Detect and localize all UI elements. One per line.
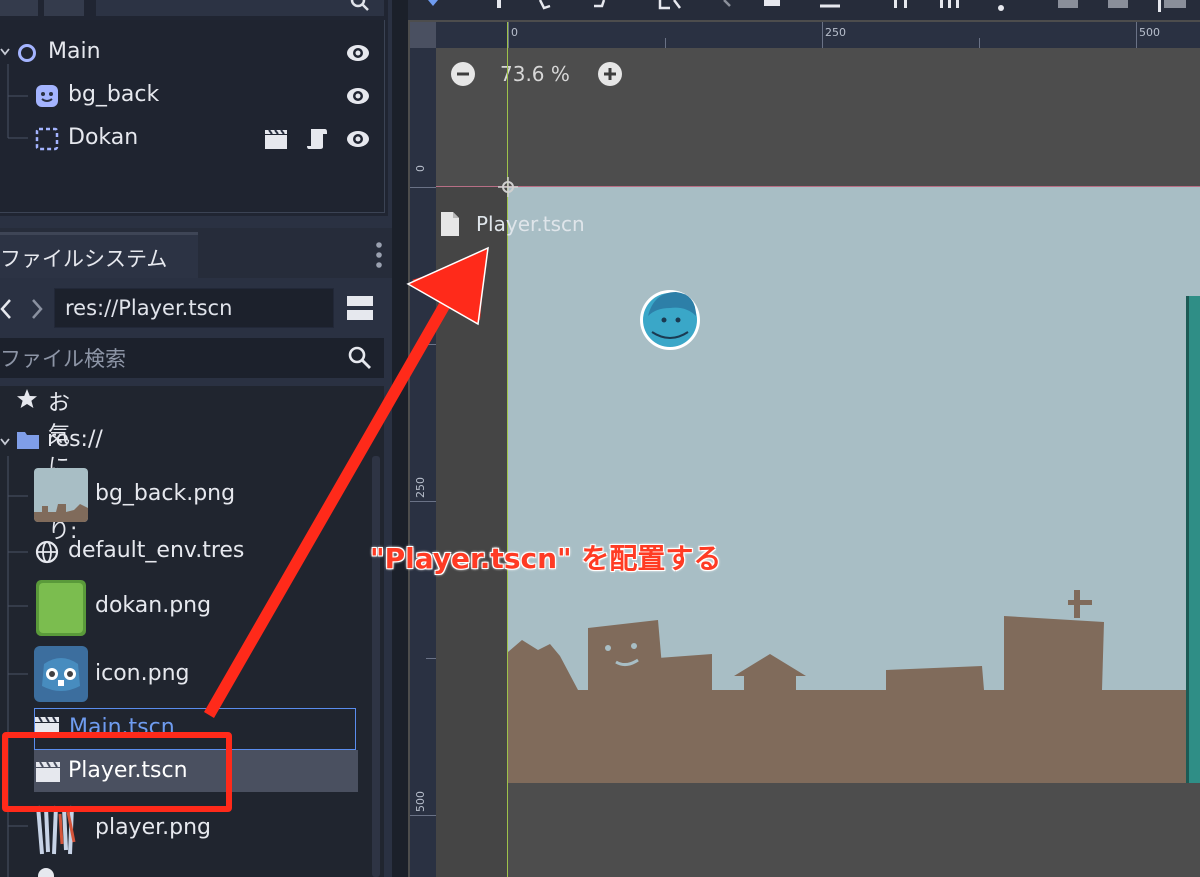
ruler-corner: [410, 22, 436, 48]
lock-icon[interactable]: [1056, 0, 1080, 10]
file-name: player.png: [95, 815, 212, 840]
ruler-label: 250: [825, 26, 846, 39]
origin-y-axis: [507, 22, 508, 877]
folder-icon: [17, 432, 39, 449]
star-icon: [17, 389, 37, 408]
viewport-toolbar: [408, 0, 1200, 20]
image-thumbnail: [34, 468, 88, 522]
player-sprite: [640, 290, 700, 350]
static-body-icon: [35, 127, 59, 151]
file-name: dokan.png: [95, 593, 212, 618]
pan-tool-icon[interactable]: [764, 0, 784, 10]
pipe-sprite-edge: [1186, 296, 1200, 783]
annotation-arrow: [204, 246, 489, 718]
file-icon: [441, 212, 459, 236]
visibility-eye-icon[interactable]: [346, 127, 370, 151]
bone-icon[interactable]: [1158, 0, 1188, 12]
tree-node-label: bg_back: [68, 82, 160, 107]
tab-filesystem[interactable]: ファイルシステム: [0, 232, 198, 281]
select-tool-icon[interactable]: [426, 0, 440, 8]
search-icon: [350, 0, 369, 11]
list-select-tool-icon[interactable]: [658, 0, 684, 12]
grid-snap-icon[interactable]: [938, 0, 964, 10]
node2d-circle-icon: [18, 44, 36, 62]
collapse-arrow-icon[interactable]: [0, 436, 10, 446]
rotate-tool-icon[interactable]: [538, 0, 558, 10]
annotation-text: "Player.tscn" を配置する: [370, 542, 722, 575]
ruler-label: 500: [1139, 26, 1160, 39]
visibility-eye-icon[interactable]: [346, 41, 370, 65]
tree-node-label: Main: [48, 39, 101, 64]
open-scene-clapper-icon[interactable]: [264, 127, 288, 151]
gear-icon: [38, 868, 54, 877]
ruler-tool-icon[interactable]: [820, 0, 842, 10]
forward-arrow-icon[interactable]: [30, 298, 44, 320]
ruler-label: 0: [511, 26, 518, 39]
game-ground: [508, 690, 1200, 783]
collapse-arrow-icon[interactable]: [0, 46, 10, 56]
add-node-button[interactable]: [0, 0, 38, 16]
origin-x-axis: [436, 186, 1200, 187]
zoom-level[interactable]: 73.6 %: [500, 62, 570, 86]
zoom-out-icon[interactable]: [450, 61, 476, 87]
ruler-label: 500: [414, 791, 427, 812]
drag-preview-label: Player.tscn: [476, 212, 585, 236]
scale-tool-icon[interactable]: [592, 0, 606, 10]
tree-node-label: Dokan: [68, 125, 139, 150]
horizontal-ruler[interactable]: 0 250 500: [436, 22, 1200, 48]
link-icon-button[interactable]: [44, 0, 84, 16]
origin-crosshair-icon: [498, 177, 518, 197]
file-name: icon.png: [95, 661, 190, 686]
snap-toggle-icon[interactable]: [892, 0, 912, 10]
city-silhouette: [508, 590, 1104, 690]
globe-environment-icon: [35, 540, 59, 564]
move-tool-icon[interactable]: [492, 0, 506, 10]
godot-logo-thumbnail: [34, 646, 88, 702]
script-icon[interactable]: [305, 127, 329, 151]
group-icon[interactable]: [1106, 0, 1130, 10]
image-thumbnail: [36, 580, 86, 636]
visibility-eye-icon[interactable]: [346, 84, 370, 108]
scene-filter-input[interactable]: [96, 0, 384, 16]
more-options-icon[interactable]: [996, 0, 1006, 14]
ruler-label: 0: [414, 165, 427, 172]
back-arrow-icon[interactable]: [0, 298, 14, 320]
sprite-icon: [36, 85, 58, 107]
folder-label: res://: [47, 427, 103, 452]
zoom-in-icon[interactable]: [597, 61, 623, 87]
annotation-highlight-box: [2, 732, 232, 812]
pivot-tool-icon[interactable]: [722, 0, 738, 10]
